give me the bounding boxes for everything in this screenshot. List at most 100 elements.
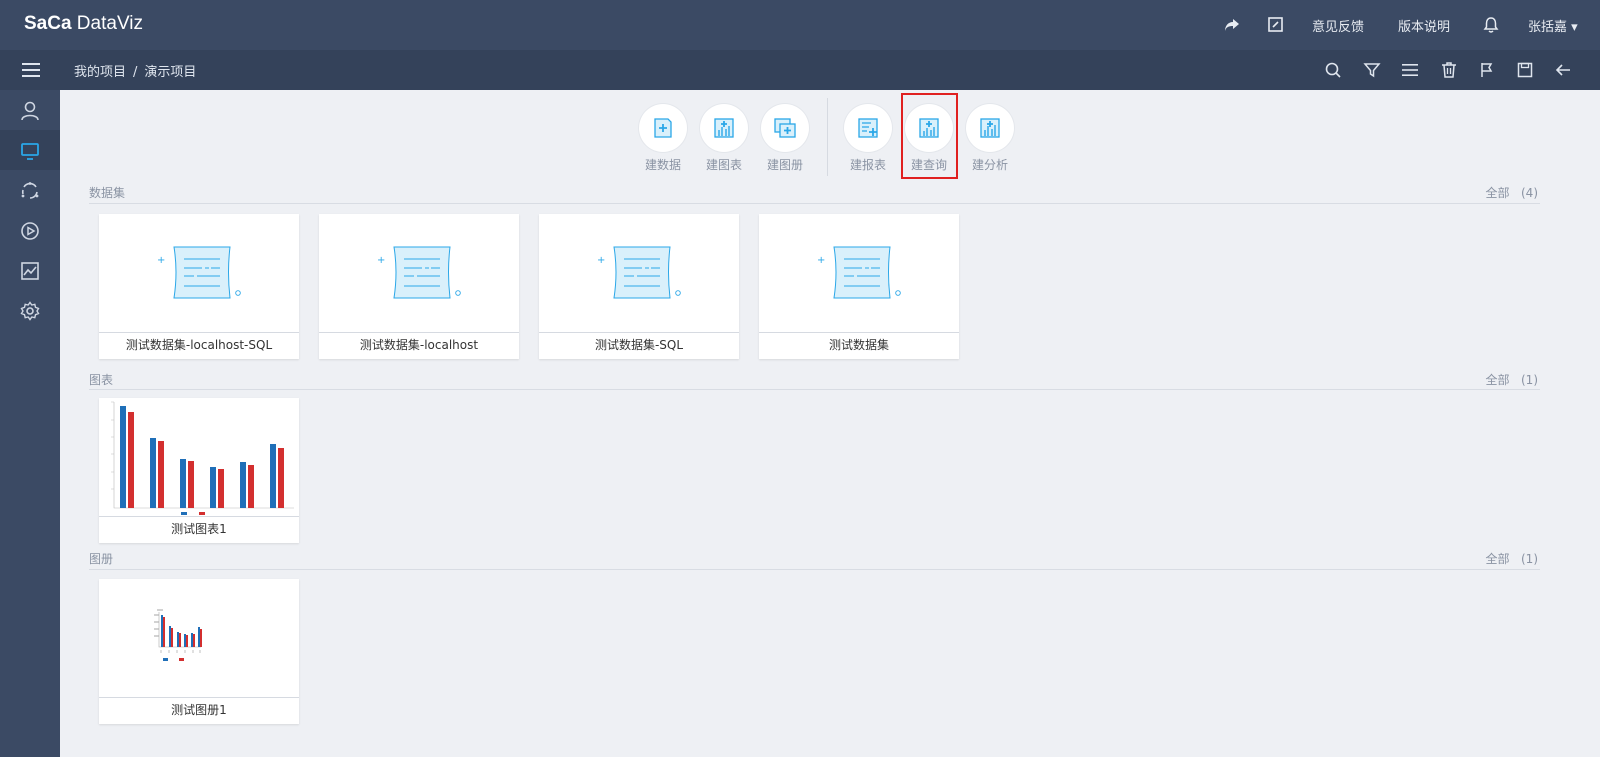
section-count: (1) [1521,373,1538,387]
rail-item-user[interactable] [0,90,60,130]
card-caption: 测试数据集-localhost-SQL [125,338,273,352]
card-thumbnail: + [319,214,519,333]
rail-item-analysis[interactable] [0,250,60,290]
card-caption: 测试图册1 [171,703,227,717]
section-divider [89,569,1540,570]
new-data-icon [654,118,672,138]
app-logo[interactable]: SaCa DataViz [24,13,143,35]
section-count-datasets[interactable]: 全部 (4) [1486,184,1538,201]
left-rail [0,90,60,757]
svg-text:+: + [597,255,605,266]
section-divider [89,203,1540,204]
card-caption: 测试数据集-localhost [359,338,479,352]
svg-text:+: + [157,255,165,266]
card-thumbnail [99,579,299,698]
tool-label: 建报表 [849,158,886,172]
section-all-link[interactable]: 全部 [1486,552,1510,566]
search-icon[interactable] [1323,60,1343,80]
chart-card[interactable]: 测试图表1 [99,398,299,543]
card-caption: 测试数据集-SQL [594,338,684,352]
dataset-card[interactable]: + 测试数据集 [759,214,959,359]
tool-label: 建数据 [644,158,681,172]
thumb-bar [150,438,156,508]
new-album-button[interactable]: 建图册 [759,104,811,173]
main-content: 建数据 建图表 建图册 建报表 建查询 建分析 数据集 全部 (4) + 测试数… [60,90,1600,757]
user-menu[interactable]: 张括嘉 ▾ [1528,16,1578,35]
rail-item-play[interactable] [0,210,60,250]
new-album-icon [774,118,796,138]
thumb-bar [218,469,224,508]
dataset-scroll-icon: + [377,246,461,299]
thumb-bar [180,459,186,508]
new-chart-icon [714,118,734,138]
feedback-link[interactable]: 意见反馈 [1312,16,1364,35]
user-icon [21,101,39,121]
new-analysis-circle[interactable] [966,104,1014,152]
filter-icon[interactable] [1362,60,1382,80]
new-report-button[interactable]: 建报表 [842,104,894,173]
section-count: (4) [1521,186,1538,200]
list-icon[interactable] [1400,60,1420,80]
dataset-card[interactable]: + 测试数据集-localhost-SQL [99,214,299,359]
back-arrow-icon[interactable] [1553,60,1573,80]
tool-label: 建图表 [705,158,742,172]
breadcrumb-separator: / [133,65,138,80]
breadcrumb: 我的项目 / 演示项目 [74,61,196,80]
new-album-circle[interactable] [761,104,809,152]
thumb-bar [188,461,194,508]
dataset-scroll-icon: + [157,246,241,299]
new-data-circle[interactable] [639,104,687,152]
flag-icon[interactable] [1477,60,1497,80]
card-thumbnail [99,398,299,517]
rail-item-datasource[interactable] [0,170,60,210]
new-chart-circle[interactable] [700,104,748,152]
new-data-button[interactable]: 建数据 [637,104,689,173]
dataset-scroll-icon: + [817,246,901,299]
album-card[interactable]: 测试图册1 [99,579,299,724]
save-icon[interactable] [1515,60,1535,80]
new-report-icon [858,118,878,138]
new-chart-button[interactable]: 建图表 [698,104,750,173]
toolbar-divider [827,98,828,176]
section-all-link[interactable]: 全部 [1486,186,1510,200]
svg-text:+: + [377,255,385,266]
section-all-link[interactable]: 全部 [1486,373,1510,387]
thumb-bar [240,462,246,508]
menu-icon[interactable] [20,59,42,81]
thumb-bar [128,412,134,508]
rail-item-projects[interactable] [0,130,60,170]
thumb-bar [158,441,164,508]
card-thumbnail: + [99,214,299,333]
section-count-albums[interactable]: 全部 (1) [1486,550,1538,567]
play-icon [21,222,39,240]
album-thumbnail [154,609,202,661]
release-notes-link[interactable]: 版本说明 [1398,16,1450,35]
dataset-scroll-icon: + [597,246,681,299]
card-caption: 测试数据集 [828,338,889,352]
card-thumbnail: + [539,214,739,333]
rail-item-settings[interactable] [0,290,60,330]
tool-label: 建图册 [766,158,803,172]
bell-icon[interactable] [1481,15,1501,35]
trash-icon[interactable] [1439,60,1459,80]
cycle-icon [21,182,39,199]
new-analysis-button[interactable]: 建分析 [964,104,1016,173]
section-count: (1) [1521,552,1538,566]
breadcrumb-current: 演示项目 [144,65,197,80]
breadcrumb-root[interactable]: 我的项目 [74,65,126,80]
section-count-charts[interactable]: 全部 (1) [1486,371,1538,388]
new-analysis-icon [980,118,1000,138]
card-thumbnail: + [759,214,959,333]
line-chart-icon [21,262,39,280]
sub-bar: 我的项目 / 演示项目 [0,50,1600,90]
new-report-circle[interactable] [844,104,892,152]
share-icon[interactable] [1222,15,1242,35]
dataset-card[interactable]: + 测试数据集-SQL [539,214,739,359]
thumb-bar [120,406,126,508]
dataset-card[interactable]: + 测试数据集-localhost [319,214,519,359]
thumb-bar [210,467,216,508]
section-title-charts: 图表 [89,373,114,387]
gear-icon [20,301,40,321]
bar-chart-thumbnail [111,401,294,515]
edit-icon[interactable] [1266,15,1286,35]
